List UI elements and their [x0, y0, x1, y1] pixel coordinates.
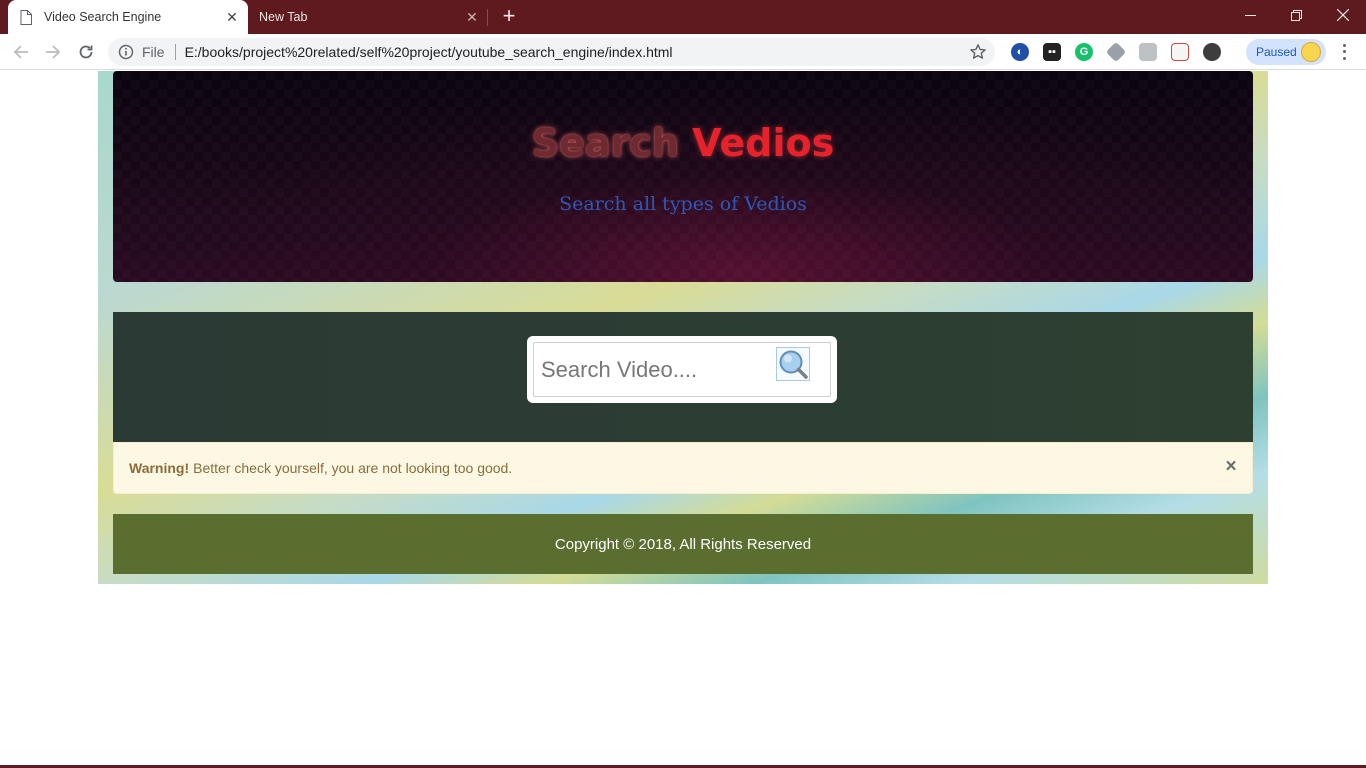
header-banner: Search Vedios Search all types of Vedios [113, 71, 1253, 282]
forward-arrow-icon [46, 45, 61, 59]
reload-icon [79, 45, 93, 59]
alert-close-icon[interactable]: × [1224, 457, 1238, 476]
extension-globe-icon[interactable]: ◐ [1011, 43, 1029, 61]
browser-menu-button[interactable] [1336, 42, 1352, 62]
search-input[interactable] [535, 344, 771, 395]
close-tab-icon[interactable]: ✕ [224, 9, 240, 25]
minimize-button[interactable] [1227, 0, 1273, 30]
back-arrow-icon [13, 45, 28, 59]
site-title-word-1: Search [531, 121, 679, 165]
tab-new-tab[interactable]: New Tab ✕ [248, 0, 488, 34]
site-subtitle: Search all types of Vedios [559, 193, 807, 215]
restore-button[interactable] [1273, 0, 1319, 30]
page-footer: Copyright © 2018, All Rights Reserved [113, 514, 1253, 574]
address-divider [174, 44, 176, 60]
copyright-text: Copyright © 2018, All Rights Reserved [554, 535, 812, 553]
address-bar[interactable]: File E:/books/project%20related/self%20p… [108, 38, 995, 66]
search-button[interactable] [776, 347, 810, 381]
incognito-extension-icon[interactable] [1203, 43, 1221, 61]
extension-box-icon[interactable] [1139, 43, 1157, 61]
tab-title: New Tab [259, 10, 308, 24]
extension-calendar-icon[interactable] [1171, 43, 1189, 61]
magnifier-icon [779, 350, 808, 379]
new-tab-button[interactable]: + [497, 5, 521, 29]
forward-button[interactable] [41, 40, 65, 64]
tab-divider [487, 9, 488, 26]
warning-alert: Warning! Better check yourself, you are … [113, 442, 1253, 494]
bookmark-star-icon[interactable] [969, 43, 987, 61]
tab-strip: Video Search Engine ✕ New Tab ✕ + [0, 0, 1366, 34]
browser-toolbar: File E:/books/project%20related/self%20p… [0, 34, 1366, 70]
grammarly-icon[interactable]: G [1075, 43, 1093, 61]
info-icon[interactable] [118, 44, 134, 60]
back-button[interactable] [9, 40, 33, 64]
restore-icon [1290, 9, 1302, 21]
search-section [113, 312, 1253, 442]
site-title: Search Vedios [113, 121, 1253, 165]
close-window-button[interactable] [1320, 0, 1366, 30]
tab-title: Video Search Engine [44, 10, 162, 24]
extension-diamond-icon[interactable] [1105, 41, 1127, 63]
page-container: Search Vedios Search all types of Vedios… [98, 71, 1268, 584]
document-icon [20, 9, 32, 25]
minimize-icon [1244, 14, 1256, 16]
reload-button[interactable] [74, 40, 98, 64]
tab-video-search-engine[interactable]: Video Search Engine ✕ [8, 0, 248, 34]
url-text[interactable]: E:/books/project%20related/self%20projec… [185, 44, 969, 60]
alert-message: Better check yourself, you are not looki… [193, 460, 513, 476]
search-box [527, 336, 837, 403]
scheme-label: File [142, 44, 165, 60]
profile-paused-button[interactable]: Paused [1246, 39, 1326, 65]
avatar [1301, 42, 1321, 62]
site-title-word-2: Vedios [692, 121, 835, 165]
profile-status-label: Paused [1256, 45, 1297, 59]
close-tab-icon[interactable]: ✕ [464, 9, 480, 25]
alert-strong-label: Warning! [129, 460, 190, 476]
search-field-frame [533, 342, 831, 397]
close-icon [1337, 9, 1349, 21]
extension-glasses-icon[interactable]: ▪▪ [1043, 43, 1061, 61]
